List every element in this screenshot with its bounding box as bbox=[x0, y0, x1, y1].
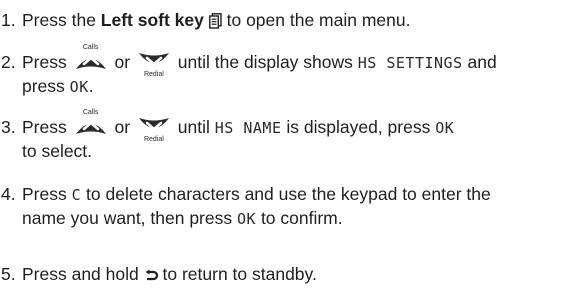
step-number: 5. bbox=[1, 264, 16, 284]
display-text: OK bbox=[435, 119, 455, 137]
or-text: or bbox=[114, 52, 131, 72]
step-text: Press the bbox=[22, 10, 101, 30]
nav-up-calls-icon: Calls bbox=[74, 109, 108, 139]
step-text: and bbox=[467, 52, 497, 72]
step-text: Press and hold bbox=[22, 264, 139, 284]
step-text: . bbox=[88, 76, 94, 96]
or-text: or bbox=[114, 117, 131, 137]
display-text: OK bbox=[237, 210, 257, 228]
menu-book-icon bbox=[208, 11, 222, 35]
step-number: 1. bbox=[1, 10, 16, 30]
step-key-name: Left soft key bbox=[100, 10, 204, 30]
step-text: name you want, then press bbox=[22, 208, 233, 228]
display-text: HS SETTINGS bbox=[357, 54, 463, 72]
step-text: until the display shows bbox=[177, 52, 353, 72]
step-text: Press bbox=[22, 184, 67, 204]
redial-label: Redial bbox=[143, 136, 164, 143]
nav-down-redial-icon: Redial bbox=[137, 115, 171, 143]
step-text: to open the main menu. bbox=[221, 10, 411, 30]
step-text: Press bbox=[22, 52, 67, 72]
display-text: OK bbox=[69, 78, 89, 96]
nav-up-calls-icon: Calls bbox=[74, 44, 108, 74]
step-number: 4. bbox=[1, 184, 16, 204]
back-arrow-icon bbox=[144, 265, 158, 289]
step-text: to confirm. bbox=[260, 208, 343, 228]
step-text: until bbox=[177, 117, 210, 137]
step-number: 3. bbox=[1, 117, 16, 137]
step-number: 2. bbox=[1, 52, 16, 72]
nav-down-redial-icon: Redial bbox=[137, 50, 171, 78]
step-text: is displayed, press bbox=[286, 117, 431, 137]
display-text: HS NAME bbox=[214, 119, 282, 137]
display-text: C bbox=[71, 186, 82, 204]
step-text: press bbox=[22, 76, 65, 96]
step-text: to return to standby. bbox=[162, 264, 317, 284]
step-text: to select. bbox=[22, 141, 93, 161]
step-text: to delete characters and use the keypad … bbox=[86, 184, 491, 204]
step-text: Press bbox=[22, 117, 67, 137]
redial-label: Redial bbox=[143, 71, 164, 78]
